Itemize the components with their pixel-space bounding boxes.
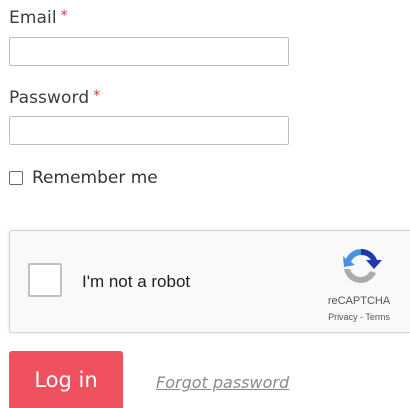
- remember-me-label: Remember me: [32, 168, 158, 188]
- remember-me-checkbox[interactable]: [9, 171, 23, 185]
- recaptcha-label: I'm not a robot: [82, 272, 191, 291]
- recaptcha-logo-icon: [343, 248, 382, 284]
- email-label: Email *: [9, 8, 68, 28]
- recaptcha-links: Privacy - Terms: [313, 312, 405, 322]
- forgot-password-link[interactable]: Forgot password: [156, 373, 289, 392]
- login-button[interactable]: Log in: [9, 351, 123, 408]
- recaptcha-checkbox[interactable]: [28, 263, 62, 297]
- password-required-mark: *: [93, 88, 101, 104]
- password-label: Password *: [9, 88, 100, 108]
- password-input[interactable]: [9, 116, 289, 145]
- email-label-text: Email: [9, 8, 57, 28]
- recaptcha-brand: reCAPTCHA: [327, 295, 391, 307]
- recaptcha-privacy-link[interactable]: Privacy: [328, 312, 358, 322]
- login-form: Email * Password * Remember me I'm not a r…: [0, 0, 410, 408]
- email-input[interactable]: [9, 37, 289, 66]
- password-label-text: Password: [9, 88, 90, 108]
- recaptcha-widget: I'm not a robot reCAPTCHA Privacy - Term…: [9, 230, 410, 333]
- recaptcha-terms-link[interactable]: Terms: [365, 312, 390, 322]
- email-required-mark: *: [60, 8, 68, 24]
- remember-me[interactable]: Remember me: [9, 168, 158, 188]
